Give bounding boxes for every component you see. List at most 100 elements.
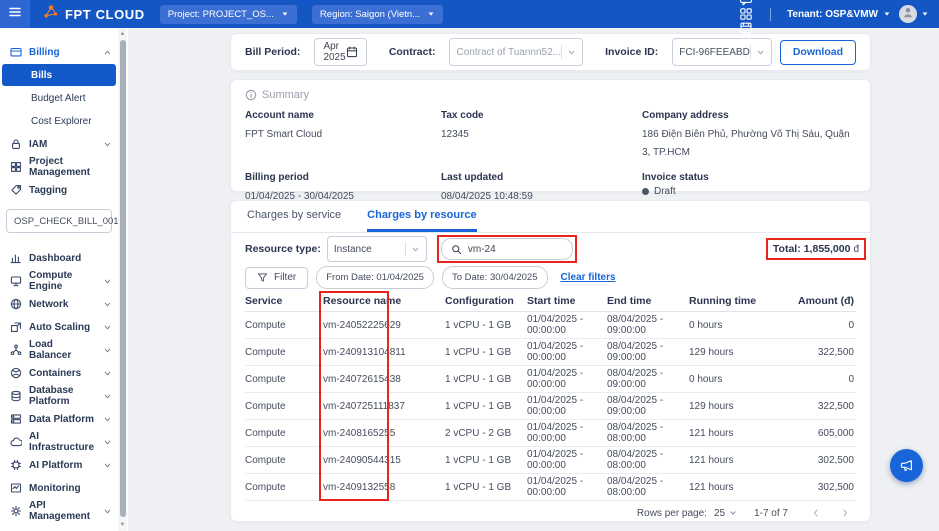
clear-filters-link[interactable]: Clear filters (561, 272, 616, 283)
notifications-icon[interactable] (739, 35, 753, 49)
sidebar-item-auto-scaling[interactable]: Auto Scaling (0, 316, 118, 338)
table-cell: 1 vCPU - 1 GB (445, 374, 527, 385)
chevron-down-icon (103, 392, 112, 401)
column-header-resource-name: Resource name (323, 296, 445, 307)
table-row: Computevm-24081652552 vCPU - 2 GB01/04/2… (245, 420, 856, 447)
table-row: Computevm-240522256291 vCPU - 1 GB01/04/… (245, 312, 856, 339)
network-icon (10, 298, 22, 310)
table-cell: 322,500 (773, 401, 856, 412)
sidebar-item-budget-alert[interactable]: Budget Alert (2, 87, 116, 109)
table-cell: 1 vCPU - 1 GB (445, 320, 527, 331)
dataplatform-icon (10, 413, 22, 425)
column-header-service: Service (245, 296, 323, 307)
sidebar-item-bills[interactable]: Bills (2, 64, 116, 86)
filter-chip[interactable]: From Date: 01/04/2025 (316, 266, 434, 289)
table-cell: 0 hours (689, 374, 773, 385)
table-row: Computevm-240726154381 vCPU - 1 GB01/04/… (245, 366, 856, 393)
filter-button[interactable]: Filter (245, 267, 308, 289)
iam-icon (10, 138, 22, 150)
search-input[interactable]: vm-24 (441, 238, 573, 260)
region-selector-label: Region: Saigon (Vietn... (320, 9, 420, 20)
sidebar-item-api-management[interactable]: API Management (0, 500, 118, 522)
search-icon (451, 244, 462, 255)
scrollbar-thumb[interactable] (120, 40, 126, 517)
sidebar-item-load-balancer[interactable]: Load Balancer (0, 339, 118, 361)
chevron-down-icon (103, 277, 112, 286)
sidebar-item-containers[interactable]: Containers (0, 362, 118, 384)
rows-per-page-select[interactable]: 25 (714, 508, 737, 519)
sidebar-item-database-platform[interactable]: Database Platform (0, 385, 118, 407)
support-icon[interactable] (739, 0, 753, 7)
table-header-row: ServiceResource nameConfigurationStart t… (245, 292, 856, 312)
tax-code-label: Tax code (441, 110, 642, 121)
tab-charges-by-resource[interactable]: Charges by resource (367, 201, 476, 232)
project-selector[interactable]: Project: PROJECT_OS... (160, 5, 297, 24)
account-name-label: Account name (245, 110, 441, 121)
user-menu[interactable] (899, 5, 929, 23)
table-cell: 302,500 (773, 482, 856, 493)
next-page-button[interactable] (834, 508, 856, 518)
sidebar-item-network[interactable]: Network (0, 293, 118, 315)
sidebar-scrollbar: ▲ ▼ (118, 28, 127, 531)
tenant-label: Tenant: OSP&VMW (787, 9, 878, 20)
sidebar-item-compute-engine[interactable]: Compute Engine (0, 270, 118, 292)
sidebar-item-label: Containers (29, 368, 81, 379)
contract-select[interactable]: Contract of Tuannn52... (449, 38, 583, 66)
region-selector[interactable]: Region: Saigon (Vietn... (312, 5, 443, 24)
sidebar-item-iam[interactable]: IAM (0, 133, 118, 155)
filter-chip[interactable]: To Date: 30/04/2025 (442, 266, 548, 289)
compute-icon (10, 275, 22, 287)
menu-toggle-button[interactable] (0, 0, 30, 28)
scroll-up-arrow[interactable]: ▲ (118, 29, 127, 39)
scroll-down-arrow[interactable]: ▼ (118, 520, 127, 530)
sidebar-item-cost-explorer[interactable]: Cost Explorer (2, 110, 116, 132)
sidebar-item-ai-platform[interactable]: AI Platform (0, 454, 118, 476)
table-cell: 121 hours (689, 428, 773, 439)
table-cell: 302,500 (773, 455, 856, 466)
sidebar-project-select[interactable]: OSP_CHECK_BILL_001 (6, 209, 112, 233)
tenant-selector[interactable]: Tenant: OSP&VMW (787, 9, 891, 20)
table-row: Computevm-2409131048111 vCPU - 1 GB01/04… (245, 339, 856, 366)
sidebar-item-label: Bills (31, 70, 52, 81)
previous-page-button[interactable] (805, 508, 827, 518)
total-amount: 1,855,000 (804, 243, 851, 255)
sidebar-item-label: Network (29, 299, 68, 310)
last-updated-label: Last updated (441, 172, 642, 183)
search-value: vm-24 (468, 244, 496, 255)
sidebar-item-label: Compute Engine (29, 270, 96, 292)
chevron-down-icon (103, 415, 112, 424)
sidebar-item-tagging[interactable]: Tagging (0, 179, 118, 201)
megaphone-icon (899, 458, 914, 473)
summary-title-row: Summary (245, 89, 856, 101)
sidebar-item-project-management[interactable]: Project Management (0, 156, 118, 178)
sidebar-item-monitoring[interactable]: Monitoring (0, 477, 118, 499)
sidebar-item-ai-infrastructure[interactable]: AI Infrastructure (0, 431, 118, 453)
sidebar-item-label: Cost Explorer (31, 116, 92, 127)
table-cell: 1 vCPU - 1 GB (445, 455, 527, 466)
table-cell: 08/04/2025 - 09:00:00 (607, 395, 689, 417)
chevron-down-icon (103, 507, 112, 516)
resource-type-select[interactable]: Instance (327, 236, 427, 262)
sidebar-item-label: AI Platform (29, 460, 82, 471)
table-cell: 08/04/2025 - 09:00:00 (607, 314, 689, 336)
sidebar-item-dashboard[interactable]: Dashboard (0, 247, 118, 269)
sidebar-item-billing[interactable]: Billing (0, 41, 118, 63)
feedback-fab-button[interactable] (890, 449, 923, 482)
bill-period-input[interactable]: Apr 2025 (314, 38, 366, 66)
table-cell: 1 vCPU - 1 GB (445, 401, 527, 412)
database-icon (10, 390, 22, 402)
sidebar-item-label: Data Platform (29, 414, 94, 425)
table-cell: vm-24090544315 (323, 455, 445, 466)
changelog-icon[interactable] (739, 21, 753, 35)
company-address-value: 186 Điện Biên Phủ, Phường Võ Thị Sáu, Qu… (642, 129, 850, 158)
table-cell: vm-24072615438 (323, 374, 445, 385)
tab-charges-by-service[interactable]: Charges by service (247, 201, 341, 232)
invoice-id-label: Invoice ID: (605, 46, 658, 58)
sidebar-item-data-platform[interactable]: Data Platform (0, 408, 118, 430)
apps-icon[interactable] (739, 7, 753, 21)
top-navbar: FPT CLOUD Project: PROJECT_OS... Region:… (0, 0, 939, 28)
table-cell: vm-2409132558 (323, 482, 445, 493)
table-cell: 129 hours (689, 401, 773, 412)
account-name-value: FPT Smart Cloud (245, 129, 322, 140)
column-header-start-time: Start time (527, 296, 607, 307)
